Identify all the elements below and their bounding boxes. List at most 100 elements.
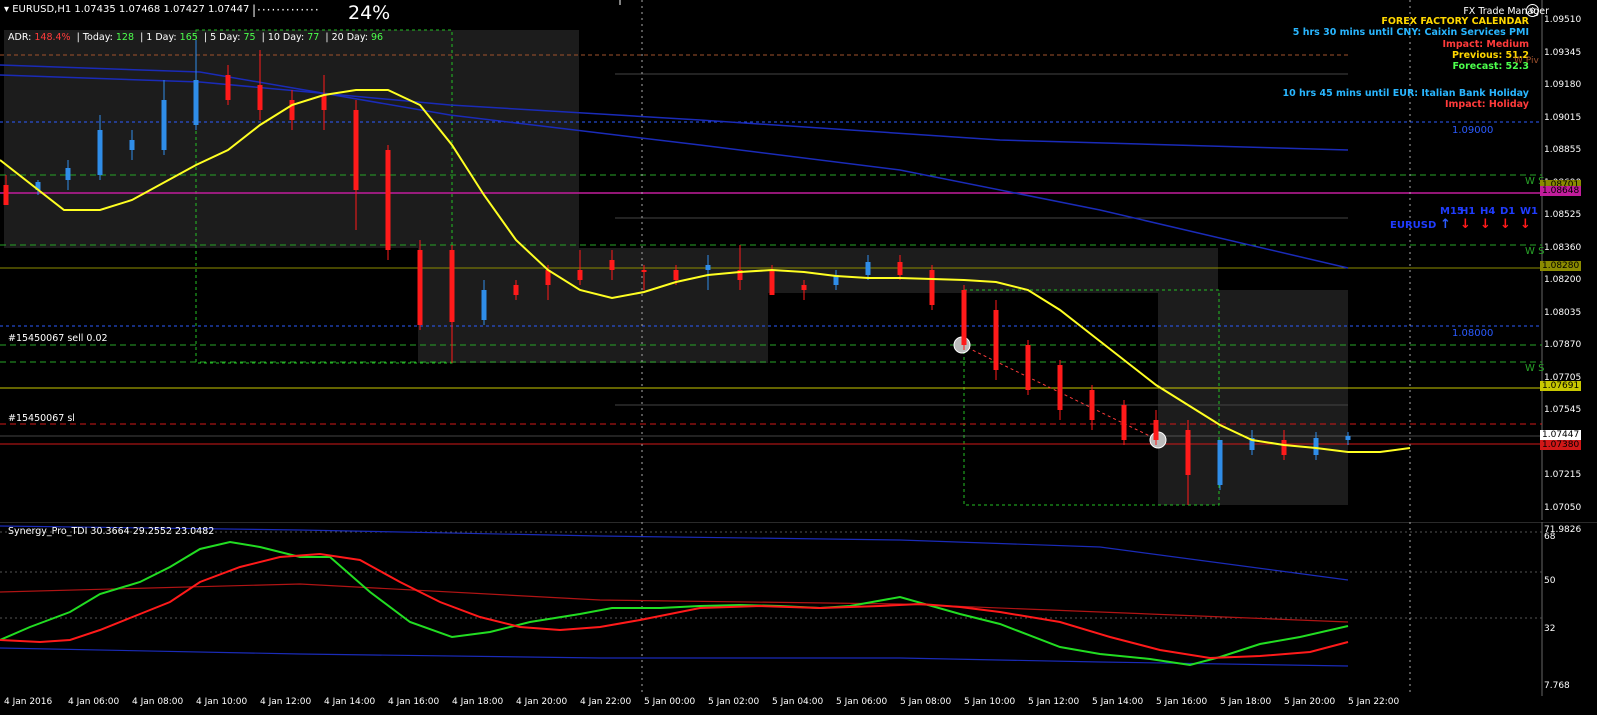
tdi-axis-label: 50 [1544,576,1556,586]
price-level-box: 1.07447 [1540,430,1582,440]
bull-candle [481,290,487,320]
time-tick-label: 5 Jan 00:00 [644,697,696,707]
price-tick-label: 1.08525 [1544,210,1582,220]
price-tick-label: 1.08035 [1544,307,1582,318]
time-tick-label: 5 Jan 06:00 [836,697,888,707]
bull-candle [1313,438,1319,455]
time-tick-label: 4 Jan 18:00 [452,697,504,707]
time-tick-label: 4 Jan 08:00 [132,697,184,707]
time-tick-label: 5 Jan 12:00 [1028,697,1080,707]
bear-candle [1281,440,1287,455]
bear-candle [897,262,903,275]
time-tick-label: 5 Jan 10:00 [964,697,1016,707]
price-tick-label: 1.07870 [1544,340,1582,350]
bull-candle [193,80,199,125]
bear-candle [673,270,679,280]
bull-candle [97,130,103,175]
bear-candle [1185,430,1191,475]
time-tick-label: 4 Jan 20:00 [516,697,568,707]
bull-candle [865,262,871,275]
price-tick-label: 1.08200 [1544,275,1582,285]
bear-candle [993,310,999,370]
price-level-box: 1.08280 [1540,261,1582,271]
time-tick-label: 4 Jan 16:00 [388,697,440,707]
bear-candle [929,270,935,305]
timeframe-panel: M15H1 H4 D1 W1 EURUSD ↑ ↓ ↓ ↓ ↓ [1390,206,1538,232]
event1: 5 hrs 30 mins until CNY: Caixin Services… [1292,27,1529,38]
tdi-title: Synergy_Pro_TDI 30.3664 29.2552 23.0482 [8,526,215,537]
weekly-support-label: W S [1525,363,1545,374]
timeframe-label: W1 [1520,206,1538,217]
session-box [4,30,579,248]
bear-candle [321,95,327,110]
price-tick-label: 1.08855 [1544,145,1582,155]
adr-panel: ADR: 148.4% | Today: 128 | 1 Day: 165 | … [8,32,384,43]
bear-candle [1153,420,1159,440]
weekly-support-label: W S [1525,246,1545,257]
time-tick-label: 4 Jan 22:00 [580,697,632,707]
level-label: 1.08000 [1452,328,1494,339]
time-tick-label: 5 Jan 22:00 [1348,697,1400,707]
event1-impact: Impact: Medium [1442,39,1529,50]
time-tick-label: 5 Jan 02:00 [708,697,760,707]
time-tick-label: 4 Jan 10:00 [196,697,248,707]
tdi-axis-label: 68 [1544,532,1556,542]
tdi-axis-label: 7.768 [1544,681,1570,691]
bull-candle [129,140,135,150]
price-chart[interactable] [0,0,1597,520]
time-tick-label: 5 Jan 14:00 [1092,697,1144,707]
bear-candle [769,270,775,295]
time-tick-label: 5 Jan 20:00 [1284,697,1336,707]
arrow-up-icon: ↑ [1440,217,1451,232]
arrow-down-icon: ↓ [1460,217,1471,232]
bear-candle [449,250,455,322]
bear-candle [577,270,583,280]
bear-candle [1089,390,1095,420]
bear-candle [961,290,967,345]
bear-candle [513,285,519,295]
timeframe-label: M15 [1440,206,1464,217]
price-level-box: 1.08648 [1540,186,1582,196]
price-tick-label: 1.07050 [1544,502,1582,513]
time-tick-label: 5 Jan 16:00 [1156,697,1208,707]
bear-candle [1121,405,1127,440]
bear-candle [225,75,231,100]
arrow-down-icon: ↓ [1480,217,1491,232]
price-tick-label: 1.09345 [1544,47,1582,58]
bull-candle [65,168,71,180]
time-tick-label: 5 Jan 08:00 [900,697,952,707]
bear-candle [801,285,807,290]
tdi-axis-label: 32 [1544,624,1556,634]
stoploss-label[interactable]: #15450067 sl [8,413,75,424]
timeframe-label: H1 [1460,206,1476,217]
progress-dots: |············· [252,3,320,17]
bull-candle [705,265,711,270]
time-tick-label: 4 Jan 12:00 [260,697,312,707]
bull-candle [1345,436,1351,440]
event2-impact: Impact: Holiday [1444,99,1529,110]
event2: 10 hrs 45 mins until EUR: Italian Bank H… [1282,88,1529,99]
bear-candle [385,150,391,250]
price-tick-label: 1.09180 [1544,80,1582,90]
time-tick-label: 5 Jan 04:00 [772,697,824,707]
timeframe-label: H4 [1480,206,1496,217]
bear-candle [257,85,263,110]
sell-order-label[interactable]: #15450067 sell 0.02 [8,333,108,344]
arrow-down-icon: ↓ [1500,217,1511,232]
bear-candle [3,185,9,205]
timeframe-label: D1 [1500,206,1516,217]
time-tick-label: 4 Jan 06:00 [68,697,120,707]
ff-calendar-title: FOREX FACTORY CALENDAR [1381,16,1529,27]
price-tick-label: 1.07215 [1544,470,1582,480]
price-tick-label: 1.09015 [1544,112,1582,123]
tdi-indicator-chart[interactable] [0,522,1597,696]
price-level-box: 1.07691 [1540,381,1582,391]
time-tick-label: 4 Jan 14:00 [324,697,376,707]
weekly-pivot-label: W Piv [1514,56,1539,66]
price-tick-label: 1.08360 [1544,242,1582,253]
bear-candle [289,100,295,120]
symbol-header: ▾ EURUSD,H1 1.07435 1.07468 1.07427 1.07… [4,4,250,15]
bull-candle [161,100,167,150]
time-tick-label: 5 Jan 18:00 [1220,697,1272,707]
price-tick-label: 1.09510 [1544,15,1582,25]
